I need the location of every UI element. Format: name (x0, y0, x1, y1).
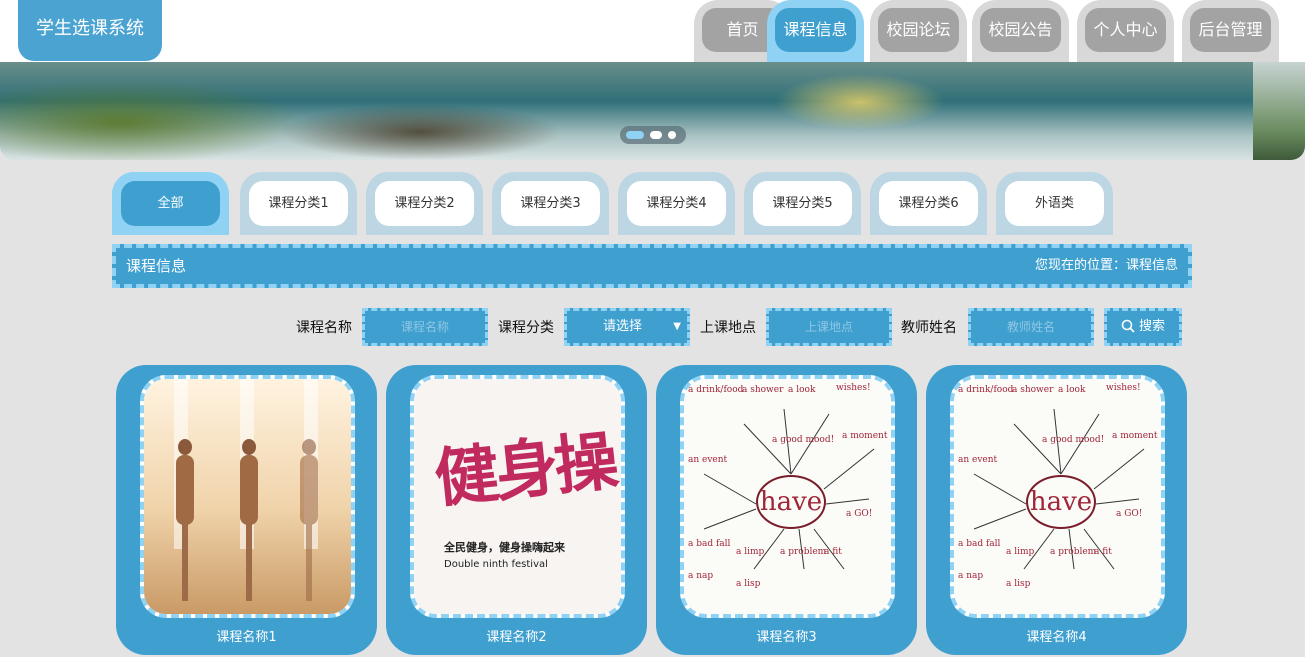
hero-banner (0, 62, 1305, 160)
nav-announcements[interactable]: 校园公告 (972, 0, 1069, 62)
poster-word: a good mood! (772, 435, 835, 445)
category-tab-label: 课程分类3 (501, 181, 600, 226)
nav-admin[interactable]: 后台管理 (1182, 0, 1279, 62)
poster-word: a moment (1112, 431, 1158, 441)
category-tab-foreign-language[interactable]: 外语类 (996, 172, 1113, 235)
site-brand[interactable]: 学生选课系统 (18, 0, 162, 61)
poster-word: a GO! (846, 509, 873, 519)
poster-subtitle: Double ninth festival (444, 559, 548, 570)
course-image-1 (140, 375, 355, 618)
location-input[interactable]: 上课地点 (766, 308, 892, 346)
poster-word: wishes! (836, 383, 871, 393)
teacher-input[interactable]: 教师姓名 (968, 308, 1094, 346)
poster-word: an event (688, 455, 728, 465)
course-name-label: 课程名称 (296, 320, 352, 336)
poster-word: wishes! (1106, 383, 1141, 393)
search-icon (1121, 319, 1135, 333)
location-label: 上课地点 (700, 320, 756, 336)
section-title-bar: 课程信息 您现在的位置：课程信息 (112, 244, 1192, 288)
poster-word: a drink/food (958, 385, 1014, 395)
category-tab-1[interactable]: 课程分类1 (240, 172, 357, 235)
chevron-down-icon: ▼ (673, 321, 681, 332)
nav-personal-center-label: 个人中心 (1085, 8, 1166, 52)
category-tab-all[interactable]: 全部 (112, 172, 229, 235)
poster-word: a lisp (1006, 579, 1031, 589)
category-tab-4[interactable]: 课程分类4 (618, 172, 735, 235)
poster-word: a nap (688, 571, 714, 581)
course-card-3[interactable]: have a drink/food a shower a look wishes… (656, 365, 917, 655)
vocabulary-poster: have a drink/food a shower a look wishes… (954, 379, 1161, 614)
poster-word: a lisp (736, 579, 761, 589)
search-button-label: 搜索 (1138, 319, 1165, 334)
category-tab-label: 全部 (121, 181, 220, 226)
poster-word: an event (958, 455, 998, 465)
carousel-dot-2[interactable] (650, 131, 662, 139)
category-tab-6[interactable]: 课程分类6 (870, 172, 987, 235)
poster-center-word: have (756, 475, 826, 529)
poster-word: a look (788, 385, 816, 395)
poster-word: a shower (742, 385, 784, 395)
poster-word: a bad fall (958, 539, 1001, 549)
poster-word: a fit (824, 547, 842, 557)
vocabulary-poster: have a drink/food a shower a look wishes… (684, 379, 891, 614)
course-name: 课程名称2 (486, 630, 547, 645)
course-name-input[interactable]: 课程名称 (362, 308, 488, 346)
poster-word: a moment (842, 431, 888, 441)
poster-word: a bad fall (688, 539, 731, 549)
course-card-1[interactable]: 课程名称1 (116, 365, 377, 655)
nav-course-info-label: 课程信息 (775, 8, 856, 52)
category-tab-2[interactable]: 课程分类2 (366, 172, 483, 235)
teacher-label: 教师姓名 (901, 320, 957, 336)
course-card-4[interactable]: have a drink/food a shower a look wishes… (926, 365, 1187, 655)
nav-forum[interactable]: 校园论坛 (870, 0, 967, 62)
poster-word: a look (1058, 385, 1086, 395)
poster-word: a limp (736, 547, 765, 557)
category-tab-label: 课程分类2 (375, 181, 474, 226)
search-button[interactable]: 搜索 (1104, 308, 1182, 346)
course-name: 课程名称3 (756, 630, 817, 645)
course-name: 课程名称1 (216, 630, 277, 645)
poster-word: a nap (958, 571, 984, 581)
poster-word: a drink/food (688, 385, 744, 395)
category-tab-label: 外语类 (1005, 181, 1104, 226)
breadcrumb: 您现在的位置：课程信息 (1034, 258, 1178, 273)
category-select[interactable]: 请选择 ▼ (564, 308, 690, 346)
nav-announcements-label: 校园公告 (980, 8, 1061, 52)
banner-next-slide-peek (1253, 62, 1305, 160)
poster-headline: 健身操 (431, 423, 619, 518)
category-select-value: 请选择 (603, 319, 643, 334)
course-image-3: have a drink/food a shower a look wishes… (680, 375, 895, 618)
nav-admin-label: 后台管理 (1190, 8, 1271, 52)
category-tab-label: 课程分类1 (249, 181, 348, 226)
nav-forum-label: 校园论坛 (878, 8, 959, 52)
category-tab-label: 课程分类6 (879, 181, 978, 226)
poster-word: a limp (1006, 547, 1035, 557)
poster-word: a problem (1050, 547, 1097, 557)
course-image-4: have a drink/food a shower a look wishes… (950, 375, 1165, 618)
carousel-dot-3[interactable] (668, 131, 676, 139)
fitness-poster: 健身操 全民健身，健身操嗨起来 Double ninth festival (414, 379, 621, 614)
category-tab-label: 课程分类4 (627, 181, 726, 226)
carousel-dots (620, 126, 686, 144)
poster-word: a fit (1094, 547, 1112, 557)
category-tab-5[interactable]: 课程分类5 (744, 172, 861, 235)
poster-word: a shower (1012, 385, 1054, 395)
course-image-2: 健身操 全民健身，健身操嗨起来 Double ninth festival (410, 375, 625, 618)
poster-word: a GO! (1116, 509, 1143, 519)
poster-word: a problem (780, 547, 827, 557)
nav-course-info[interactable]: 课程信息 (767, 0, 864, 62)
course-card-2[interactable]: 健身操 全民健身，健身操嗨起来 Double ninth festival 课程… (386, 365, 647, 655)
poster-slogan: 全民健身，健身操嗨起来 (444, 541, 565, 554)
category-tab-3[interactable]: 课程分类3 (492, 172, 609, 235)
category-tab-label: 课程分类5 (753, 181, 852, 226)
poster-word: a good mood! (1042, 435, 1105, 445)
carousel-dot-1[interactable] (626, 131, 644, 139)
course-name: 课程名称4 (1026, 630, 1087, 645)
yoga-photo (144, 379, 351, 614)
top-header: 学生选课系统 首页 课程信息 校园论坛 校园公告 个人中心 后台管理 (0, 0, 1305, 62)
section-title: 课程信息 (126, 257, 187, 275)
category-label: 课程分类 (498, 320, 554, 336)
poster-center-word: have (1026, 475, 1096, 529)
nav-personal-center[interactable]: 个人中心 (1077, 0, 1174, 62)
